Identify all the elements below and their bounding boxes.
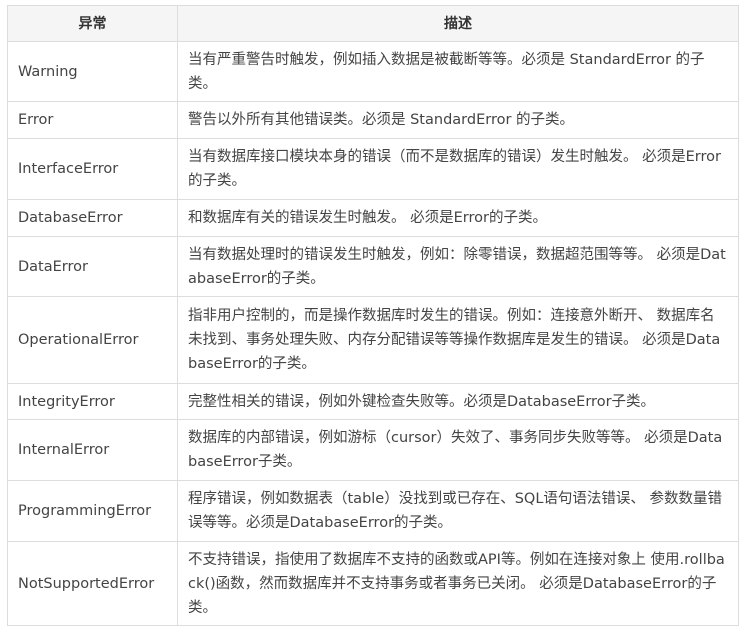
table-header: 异常 描述 <box>7 5 739 42</box>
exception-description: 当有数据处理时的错误发生时触发，例如：除零错误，数据超范围等等。 必须是Data… <box>177 236 739 297</box>
exception-description: 和数据库有关的错误发生时触发。 必须是Error的子类。 <box>177 199 739 237</box>
exception-name: InterfaceError <box>7 138 178 200</box>
exception-name: ProgrammingError <box>7 480 178 542</box>
table-row: Warning 当有严重警告时触发，例如插入数据是被截断等等。必须是 Stand… <box>7 41 739 102</box>
exception-description: 当有数据库接口模块本身的错误（而不是数据库的错误）发生时触发。 必须是Error… <box>177 138 739 200</box>
header-description: 描述 <box>177 5 739 42</box>
exception-name: Error <box>7 101 178 139</box>
exception-name: Warning <box>7 41 178 102</box>
exception-description: 不支持错误，指使用了数据库不支持的函数或API等。例如在连接对象上 使用.rol… <box>177 541 739 626</box>
exception-description: 指非用户控制的，而是操作数据库时发生的错误。例如：连接意外断开、 数据库名未找到… <box>177 296 739 384</box>
exception-description: 程序错误，例如数据表（table）没找到或已存在、SQL语句语法错误、 参数数量… <box>177 480 739 542</box>
table-row: InternalError 数据库的内部错误，例如游标（cursor）失效了、事… <box>7 419 739 481</box>
exception-name: IntegrityError <box>7 383 178 420</box>
table-row: OperationalError 指非用户控制的，而是操作数据库时发生的错误。例… <box>7 296 739 384</box>
exception-table: 异常 描述 Warning 当有严重警告时触发，例如插入数据是被截断等等。必须是… <box>7 5 739 626</box>
table-row: ProgrammingError 程序错误，例如数据表（table）没找到或已存… <box>7 480 739 542</box>
exception-description: 数据库的内部错误，例如游标（cursor）失效了、事务同步失败等等。 必须是Da… <box>177 419 739 481</box>
table-row: InterfaceError 当有数据库接口模块本身的错误（而不是数据库的错误）… <box>7 138 739 200</box>
exception-description: 警告以外所有其他错误类。必须是 StandardError 的子类。 <box>177 101 739 139</box>
exception-description: 完整性相关的错误，例如外键检查失败等。必须是DatabaseError子类。 <box>177 383 739 420</box>
table-row: IntegrityError 完整性相关的错误，例如外键检查失败等。必须是Dat… <box>7 383 739 420</box>
table-body: Warning 当有严重警告时触发，例如插入数据是被截断等等。必须是 Stand… <box>7 41 739 626</box>
table-row: NotSupportedError 不支持错误，指使用了数据库不支持的函数或AP… <box>7 541 739 626</box>
exception-name: DatabaseError <box>7 199 178 237</box>
header-exception: 异常 <box>7 5 178 42</box>
exception-name: DataError <box>7 236 178 297</box>
header-row: 异常 描述 <box>7 5 739 42</box>
table-row: DataError 当有数据处理时的错误发生时触发，例如：除零错误，数据超范围等… <box>7 236 739 297</box>
exception-name: NotSupportedError <box>7 541 178 626</box>
exception-description: 当有严重警告时触发，例如插入数据是被截断等等。必须是 StandardError… <box>177 41 739 102</box>
exception-name: InternalError <box>7 419 178 481</box>
table-row: DatabaseError 和数据库有关的错误发生时触发。 必须是Error的子… <box>7 199 739 237</box>
exception-name: OperationalError <box>7 296 178 384</box>
table-row: Error 警告以外所有其他错误类。必须是 StandardError 的子类。 <box>7 101 739 139</box>
